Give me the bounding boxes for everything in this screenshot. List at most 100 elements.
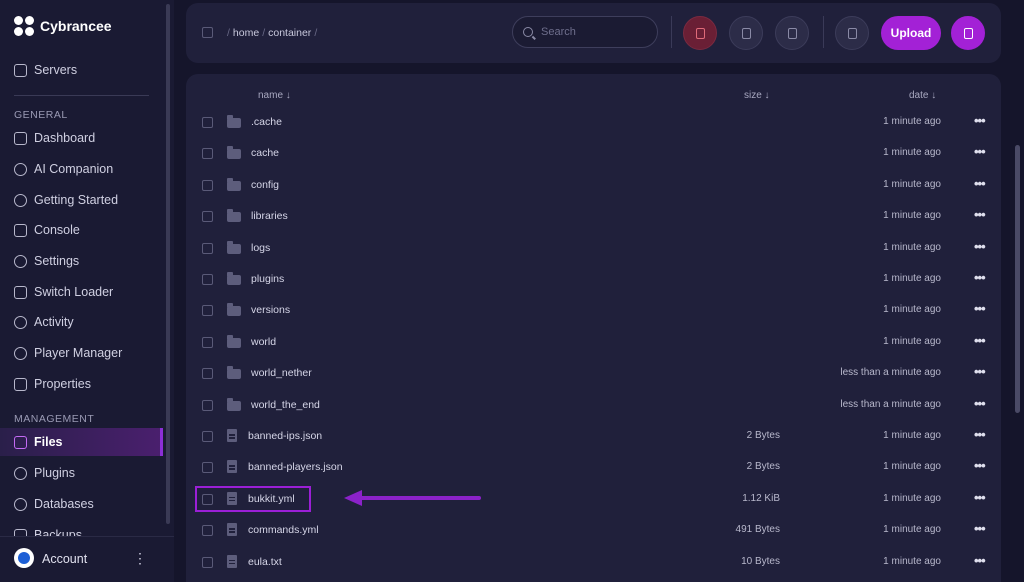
table-row[interactable]: config 1 minute ago ••• [186, 170, 1001, 201]
file-name[interactable]: commands.yml [248, 524, 319, 536]
row-checkbox[interactable] [202, 211, 213, 223]
more-options-icon[interactable]: ••• [974, 239, 986, 254]
more-options-icon[interactable]: ••• [974, 207, 986, 222]
file-name[interactable]: libraries [251, 210, 288, 222]
row-checkbox[interactable] [202, 274, 213, 285]
sidebar-item-dashboard[interactable]: Dashboard [14, 128, 95, 148]
row-checkbox[interactable] [202, 179, 213, 191]
table-row[interactable]: versions 1 minute ago ••• [186, 295, 1001, 326]
file-name[interactable]: config [251, 179, 279, 191]
delete-button[interactable] [683, 16, 717, 50]
file-date: 1 minute ago [883, 241, 941, 253]
row-checkbox[interactable] [202, 305, 213, 317]
more-options-icon[interactable]: ••• [974, 396, 986, 411]
table-row[interactable]: world_nether less than a minute ago ••• [186, 358, 1001, 389]
table-row[interactable]: libraries 1 minute ago ••• [186, 201, 1001, 232]
table-row[interactable]: world_the_end less than a minute ago ••• [186, 390, 1001, 421]
table-row[interactable]: plugins 1 minute ago ••• [186, 264, 1001, 295]
row-checkbox[interactable] [202, 556, 213, 568]
more-options-icon[interactable]: ••• [974, 333, 986, 348]
more-options-icon[interactable]: ••• [974, 458, 986, 473]
search-input[interactable] [541, 26, 641, 38]
row-checkbox[interactable] [202, 148, 213, 160]
account-menu-icon[interactable]: ⋮ [133, 550, 147, 567]
sidebar-item-databases[interactable]: Databases [14, 494, 94, 514]
sidebar-item-console[interactable]: Console [14, 220, 80, 240]
table-row[interactable]: .cache 1 minute ago ••• [186, 107, 1001, 138]
file-name[interactable]: world_nether [251, 367, 312, 379]
column-header-date[interactable]: date ↓ [909, 90, 936, 101]
row-checkbox[interactable] [202, 242, 213, 254]
table-row[interactable]: logs 1 minute ago ••• [186, 233, 1001, 264]
sidebar-item-switch-loader[interactable]: Switch Loader [14, 282, 113, 302]
archive-button[interactable] [775, 16, 809, 50]
sidebar-item-settings[interactable]: Settings [14, 251, 79, 271]
table-row[interactable]: eula.txt 10 Bytes 1 minute ago ••• [186, 547, 1001, 578]
table-row[interactable]: commands.yml 491 Bytes 1 minute ago ••• [186, 515, 1001, 546]
account-label[interactable]: Account [42, 552, 87, 566]
file-name[interactable]: banned-players.json [248, 461, 343, 473]
brand-logo[interactable]: Cybrancee [14, 16, 112, 36]
column-header-size[interactable]: size ↓ [744, 90, 770, 101]
upload-button[interactable]: Upload [881, 16, 941, 50]
more-options-icon[interactable]: ••• [974, 490, 986, 505]
more-options-icon[interactable]: ••• [974, 553, 986, 568]
row-checkbox[interactable] [202, 462, 213, 474]
file-name[interactable]: versions [251, 304, 290, 316]
sidebar-item-properties[interactable]: Properties [14, 374, 91, 394]
table-row[interactable]: cache 1 minute ago ••• [186, 138, 1001, 169]
sidebar-item-servers[interactable]: Servers [14, 60, 77, 80]
more-options-icon[interactable]: ••• [974, 144, 986, 159]
more-options-icon[interactable]: ••• [974, 364, 986, 379]
file-name[interactable]: logs [251, 242, 270, 254]
file-date: 1 minute ago [883, 304, 941, 316]
more-options-icon[interactable]: ••• [974, 113, 986, 128]
file-name[interactable]: eula.txt [248, 556, 282, 568]
sidebar-item-ai-companion[interactable]: AI Companion [14, 159, 113, 179]
sidebar-item-label: Properties [34, 377, 91, 391]
file-list-scrollbar[interactable] [1015, 145, 1020, 413]
file-name[interactable]: cache [251, 147, 279, 159]
table-row[interactable]: world 1 minute ago ••• [186, 327, 1001, 358]
more-options-icon[interactable]: ••• [974, 427, 986, 442]
file-date: 1 minute ago [883, 524, 941, 536]
new-folder-button[interactable] [835, 16, 869, 50]
row-checkbox[interactable] [202, 117, 213, 128]
new-file-button[interactable] [951, 16, 985, 50]
file-name[interactable]: .cache [251, 116, 282, 128]
row-checkbox[interactable] [202, 525, 213, 537]
breadcrumb-container[interactable]: container [268, 27, 311, 39]
file-name[interactable]: world_the_end [251, 399, 320, 411]
sidebar-item-label: Console [34, 223, 80, 237]
column-header-name[interactable]: name ↓ [258, 90, 291, 101]
row-checkbox[interactable] [202, 368, 213, 380]
breadcrumb-home[interactable]: home [233, 27, 259, 39]
more-options-icon[interactable]: ••• [974, 301, 986, 316]
sidebar-item-label: Servers [34, 63, 78, 77]
file-date: 1 minute ago [883, 335, 941, 347]
management-heading: MANAGEMENT [14, 413, 95, 425]
more-options-icon[interactable]: ••• [974, 270, 986, 285]
select-all-checkbox[interactable] [202, 27, 213, 38]
sidebar-item-activity[interactable]: Activity [14, 312, 74, 332]
file-name[interactable]: banned-ips.json [248, 430, 322, 442]
row-checkbox[interactable] [202, 399, 213, 411]
row-checkbox[interactable] [202, 431, 213, 442]
sidebar-scrollbar[interactable] [166, 4, 170, 524]
table-row[interactable]: banned-ips.json 2 Bytes 1 minute ago ••• [186, 421, 1001, 452]
table-row[interactable]: banned-players.json 2 Bytes 1 minute ago ••… [186, 452, 1001, 483]
sidebar-item-plugins[interactable]: Plugins [14, 463, 75, 483]
sidebar-item-player-manager[interactable]: Player Manager [14, 343, 122, 363]
more-options-icon[interactable]: ••• [974, 176, 986, 191]
sidebar-item-getting-started[interactable]: Getting Started [14, 190, 118, 210]
search-box[interactable] [512, 16, 658, 48]
row-checkbox[interactable] [202, 336, 213, 348]
file-name[interactable]: world [251, 336, 276, 348]
power-avatar-icon[interactable] [14, 548, 34, 568]
move-button[interactable] [729, 16, 763, 50]
sidebar-item-files[interactable]: Files [14, 432, 63, 452]
more-options-icon[interactable]: ••• [974, 521, 986, 536]
file-date: less than a minute ago [840, 398, 941, 410]
lifebuoy-icon [14, 193, 27, 207]
file-name[interactable]: plugins [251, 273, 284, 285]
